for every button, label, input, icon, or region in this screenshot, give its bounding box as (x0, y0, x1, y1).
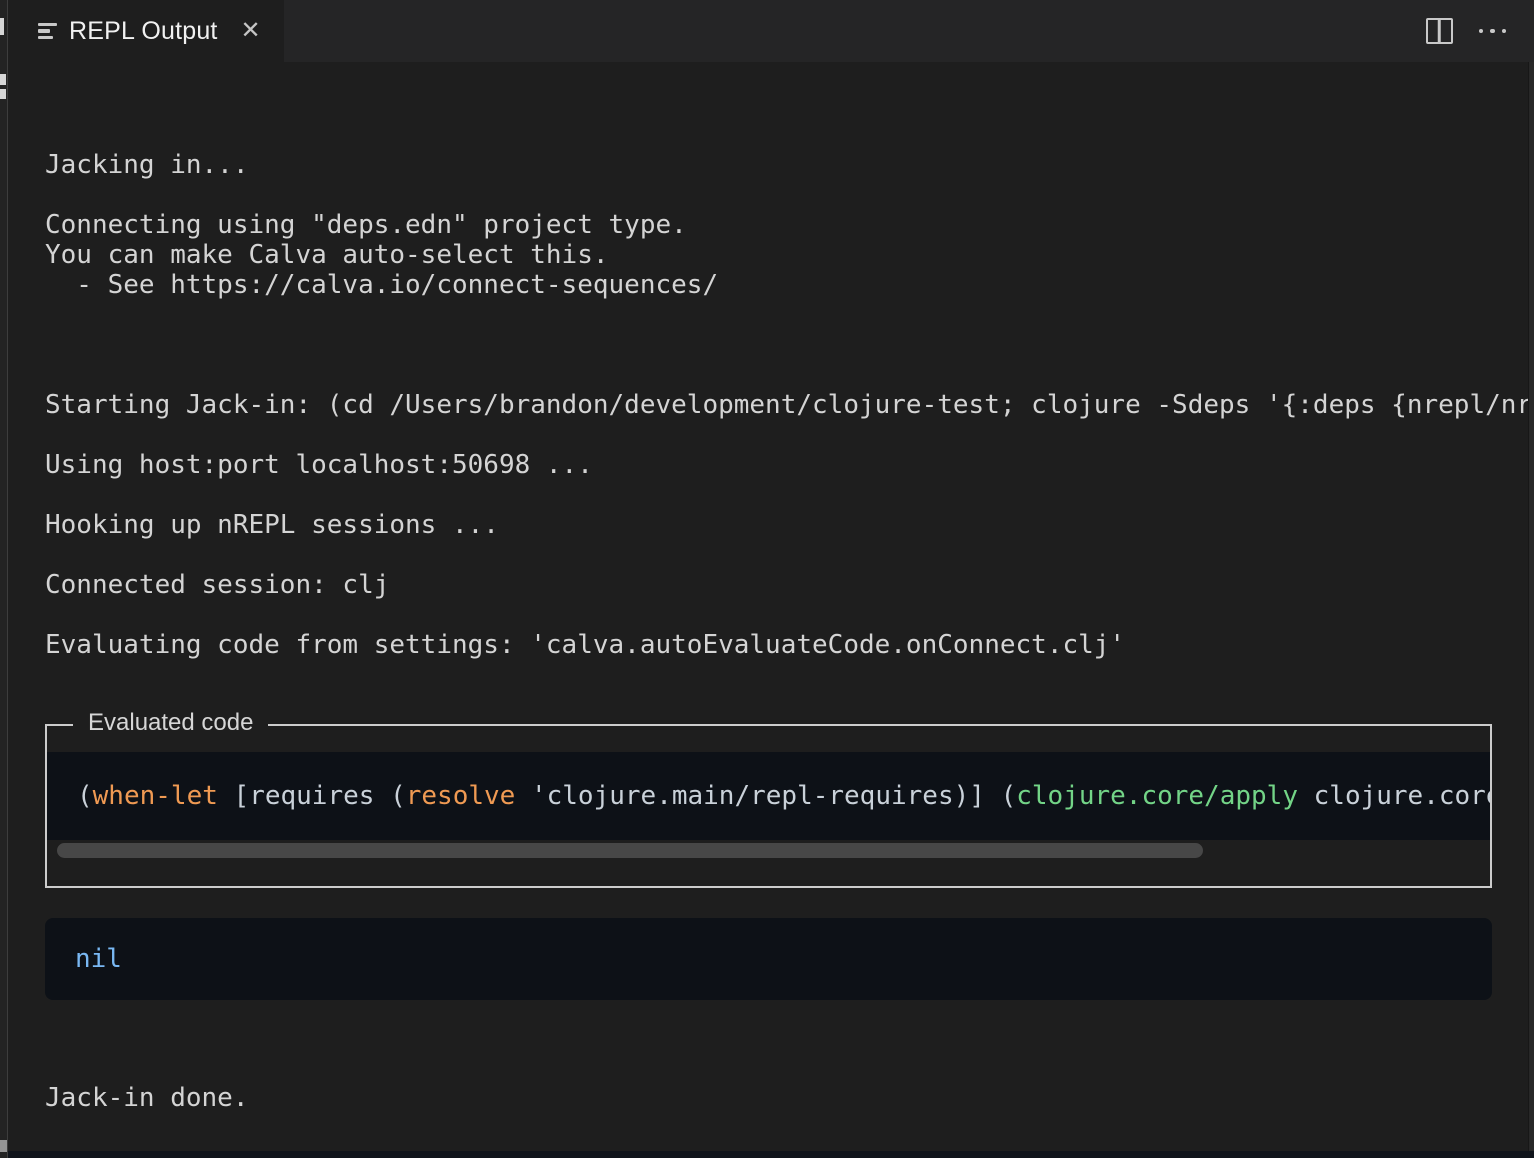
right-scroll-gutter (1528, 62, 1534, 1151)
split-editor-icon[interactable] (1426, 18, 1453, 44)
console-line: Jack-in done. (45, 1083, 249, 1113)
horizontal-scrollbar-thumb[interactable] (57, 843, 1203, 858)
code-token: [requires ( (218, 781, 406, 811)
clipped-text-fragment (0, 74, 6, 85)
bottom-panel-edge (0, 1151, 1534, 1158)
evaluated-code-line: (when-let [requires (resolve 'clojure.ma… (77, 780, 1490, 812)
left-editor-group-divider (0, 0, 8, 1158)
console-line: Connecting using "deps.edn" project type… (45, 210, 687, 240)
repl-output-icon (38, 23, 57, 39)
clipped-corner-fragment (0, 1140, 7, 1152)
code-token-function: clojure.core/apply (1016, 781, 1298, 811)
close-icon[interactable]: ✕ (236, 16, 266, 46)
console-line-link: - See https://calva.io/connect-sequences… (45, 270, 718, 300)
code-token-keyword: when-let (93, 781, 218, 811)
eval-result-box: nil (45, 918, 1492, 1000)
clipped-text-fragment (0, 89, 6, 99)
console-line: Evaluating code from settings: 'calva.au… (45, 630, 1125, 660)
console-line: Starting Jack-in: (cd /Users/brandon/dev… (45, 390, 1532, 420)
clipped-ui-fragment (0, 18, 4, 35)
console-line: Using host:port localhost:50698 ... (45, 450, 593, 480)
console-line: Hooking up nREPL sessions ... (45, 510, 499, 540)
evaluated-code-block[interactable]: (when-let [requires (resolve 'clojure.ma… (47, 752, 1490, 840)
evaluated-code-legend: Evaluated code (73, 709, 268, 737)
more-actions-icon[interactable] (1479, 18, 1507, 44)
code-token: ( (77, 781, 93, 811)
code-token: 'clojure.main/repl-requires)] ( (515, 781, 1016, 811)
code-token: clojure.core/re (1298, 781, 1490, 811)
code-token-keyword: resolve (406, 781, 516, 811)
editor-tab-bar: REPL Output ✕ (0, 0, 1534, 62)
console-line: Connected session: clj (45, 570, 389, 600)
tab-title: REPL Output (69, 17, 218, 46)
evaluated-code-fieldset: Evaluated code (when-let [requires (reso… (45, 724, 1492, 888)
console-line: Jacking in... (45, 150, 249, 180)
editor-actions (1426, 0, 1507, 62)
tab-repl-output[interactable]: REPL Output ✕ (8, 0, 284, 62)
console-line: You can make Calva auto-select this. (45, 240, 609, 270)
eval-result-value: nil (75, 944, 122, 974)
